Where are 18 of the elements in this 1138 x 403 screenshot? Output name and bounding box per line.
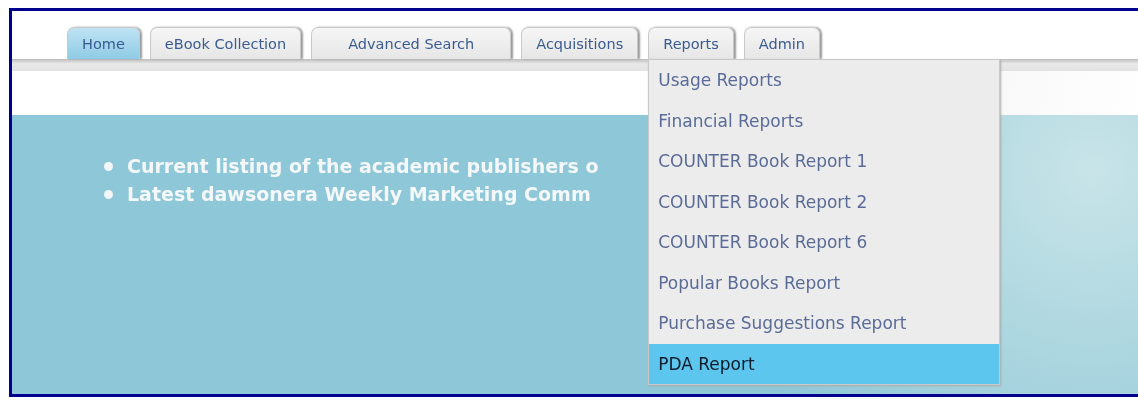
- nav-tab[interactable]: eBook Collection: [149, 27, 302, 59]
- nav-tab[interactable]: Advanced Search: [311, 27, 512, 59]
- nav-tab[interactable]: Home: [67, 27, 140, 59]
- bullet-icon: [104, 189, 113, 199]
- menu-item[interactable]: PDA Report: [649, 343, 1000, 384]
- menu-item[interactable]: Financial Reports: [649, 100, 1000, 141]
- menu-item[interactable]: COUNTER Book Report 6: [649, 222, 1000, 263]
- nav-tab[interactable]: Acquisitions: [521, 27, 639, 59]
- menu-item[interactable]: COUNTER Book Report 2: [649, 181, 1000, 222]
- nav-tab[interactable]: Reports: [648, 27, 734, 59]
- menu-item[interactable]: Usage Reports: [649, 60, 1000, 101]
- menu-item[interactable]: COUNTER Book Report 1: [649, 141, 1000, 182]
- bullet-icon: [104, 161, 113, 171]
- nav-tab[interactable]: Admin: [743, 27, 821, 59]
- menu-item[interactable]: Purchase Suggestions Report: [649, 303, 1000, 344]
- bullet-text: Current listing of the academic publishers o: [127, 155, 599, 177]
- menu-item[interactable]: Popular Books Report: [649, 262, 1000, 303]
- bullet-text: Latest dawsonera Weekly Marketing Comm: [127, 183, 591, 205]
